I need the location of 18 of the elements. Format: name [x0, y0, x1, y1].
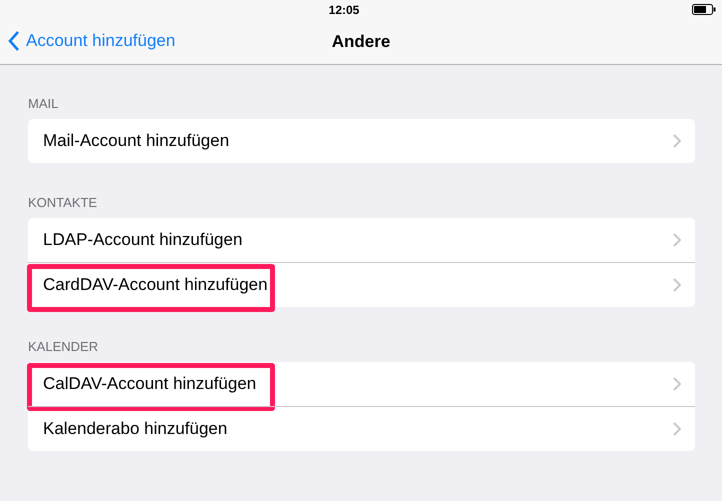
- row-label[interactable]: CardDAV-Account hinzufügen: [43, 275, 268, 295]
- chevron-icon: [673, 134, 681, 148]
- row-label[interactable]: Mail-Account hinzufügen: [43, 131, 230, 151]
- section-header: MAIL: [28, 95, 60, 113]
- status-time: 12:05: [328, 3, 360, 17]
- back-chevron-icon: [8, 31, 20, 51]
- section-header: KONTAKTE: [28, 194, 98, 212]
- nav-title: Andere: [332, 32, 390, 52]
- chevron-icon: [673, 278, 681, 292]
- back-button[interactable]: Account hinzufügen: [8, 31, 176, 51]
- battery-icon: [692, 4, 716, 15]
- row-label[interactable]: Kalenderabo hinzufügen: [43, 419, 228, 439]
- chevron-icon: [673, 233, 681, 247]
- chevron-icon: [673, 377, 681, 391]
- chevron-icon: [673, 422, 681, 436]
- section-header: KALENDER: [28, 338, 100, 356]
- row-label[interactable]: LDAP-Account hinzufügen: [43, 230, 242, 250]
- row-label[interactable]: CalDAV-Account hinzufügen: [43, 374, 256, 394]
